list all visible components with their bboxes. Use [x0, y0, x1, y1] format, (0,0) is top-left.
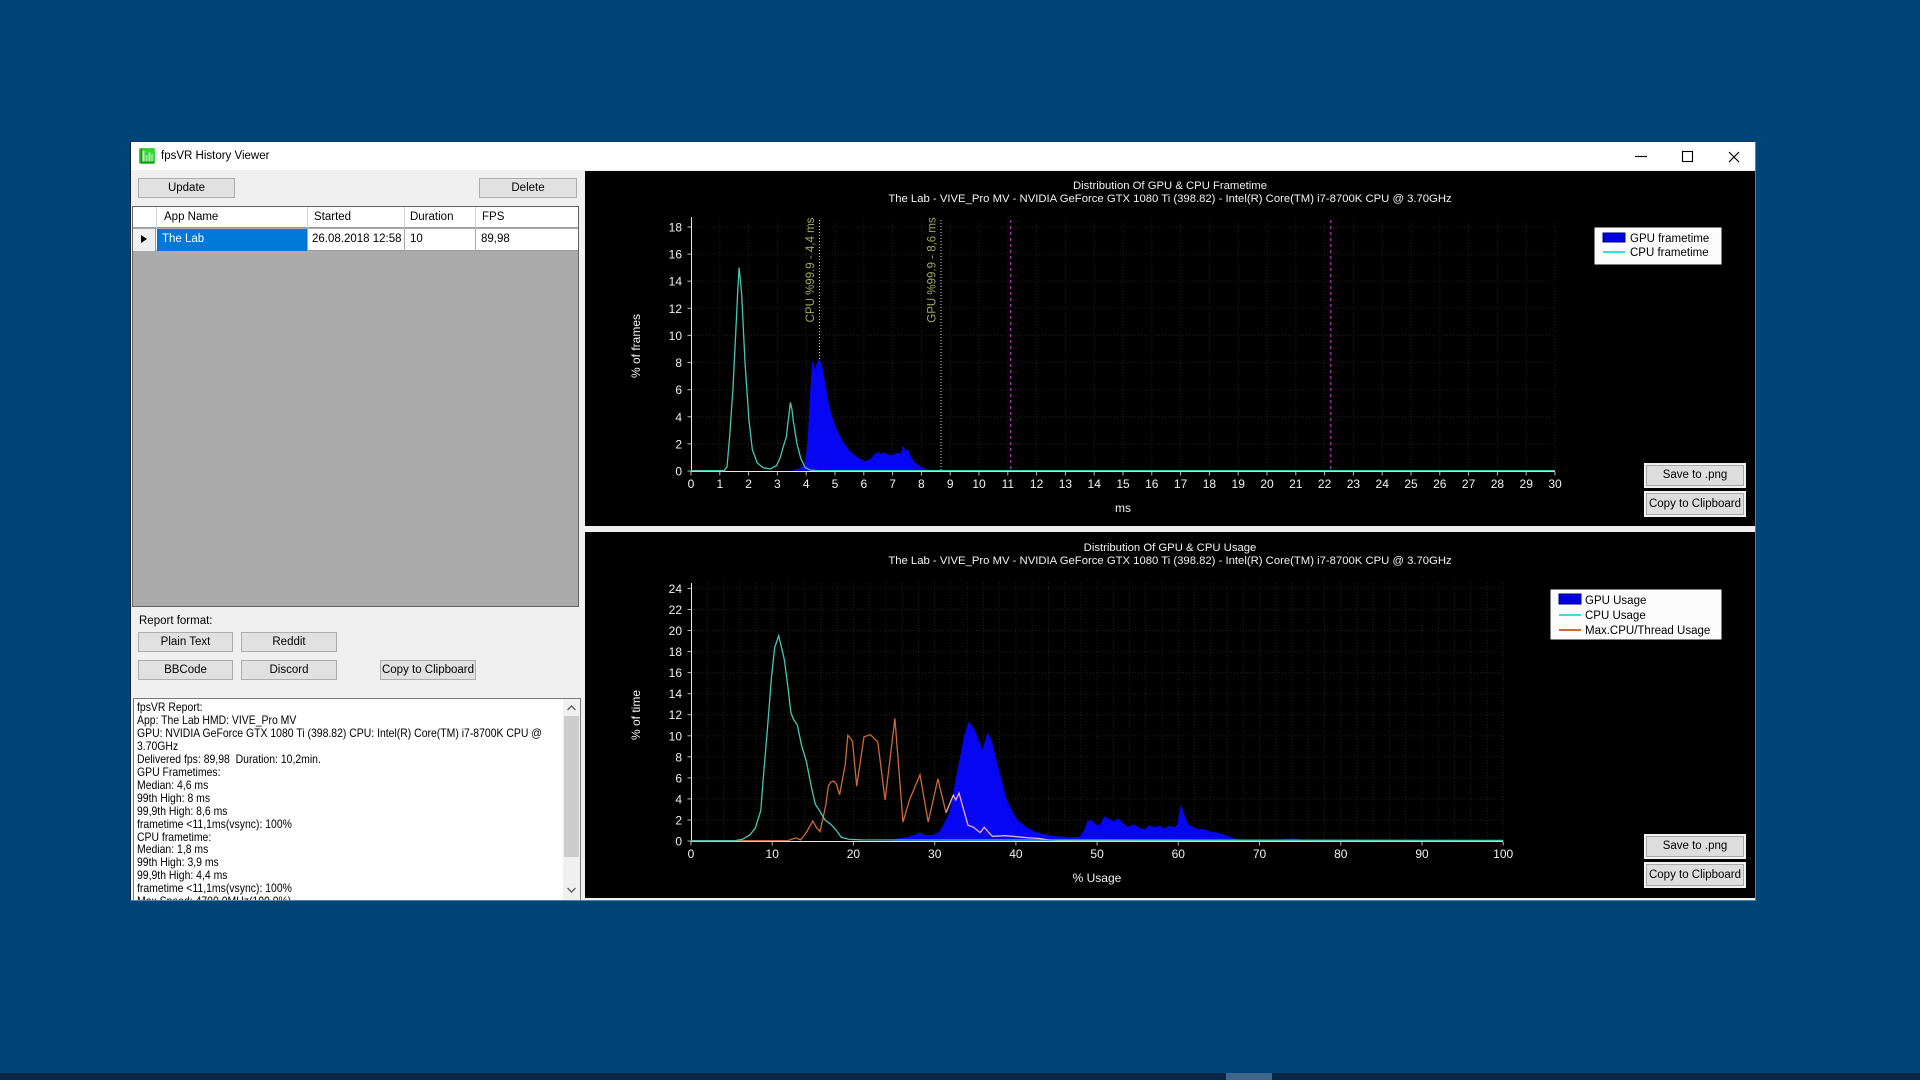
svg-text:4: 4: [675, 792, 682, 806]
svg-text:9: 9: [947, 477, 954, 491]
svg-text:23: 23: [1347, 477, 1361, 491]
svg-text:ms: ms: [1115, 501, 1131, 515]
svg-text:10: 10: [766, 847, 780, 861]
svg-text:30: 30: [928, 847, 942, 861]
svg-text:25: 25: [1404, 477, 1418, 491]
svg-text:2: 2: [675, 814, 682, 828]
svg-text:60: 60: [1172, 847, 1186, 861]
svg-text:0: 0: [675, 835, 682, 849]
svg-text:2: 2: [675, 437, 682, 451]
svg-text:22: 22: [1318, 477, 1332, 491]
svg-text:0: 0: [675, 465, 682, 479]
svg-text:6: 6: [675, 383, 682, 397]
svg-text:CPU %99.9 - 4,4 ms: CPU %99.9 - 4,4 ms: [805, 217, 817, 322]
svg-text:14: 14: [1088, 477, 1102, 491]
svg-text:16: 16: [669, 248, 683, 262]
svg-text:24: 24: [1376, 477, 1390, 491]
svg-text:3: 3: [774, 477, 781, 491]
svg-text:29: 29: [1520, 477, 1534, 491]
svg-text:12: 12: [1030, 477, 1044, 491]
svg-text:4: 4: [675, 410, 682, 424]
svg-text:19: 19: [1232, 477, 1246, 491]
svg-text:2: 2: [745, 477, 752, 491]
svg-text:CPU Usage: CPU Usage: [1585, 610, 1646, 622]
svg-text:90: 90: [1415, 847, 1429, 861]
svg-text:28: 28: [1491, 477, 1505, 491]
svg-text:13: 13: [1059, 477, 1073, 491]
svg-text:20: 20: [1260, 477, 1274, 491]
svg-text:% of frames: % of frames: [629, 314, 643, 378]
svg-text:% Usage: % Usage: [1073, 871, 1122, 885]
svg-text:8: 8: [918, 477, 925, 491]
svg-text:10: 10: [669, 729, 683, 743]
svg-text:17: 17: [1174, 477, 1188, 491]
svg-text:18: 18: [669, 645, 683, 659]
svg-text:80: 80: [1334, 847, 1348, 861]
svg-text:15: 15: [1116, 477, 1130, 491]
svg-text:30: 30: [1548, 477, 1562, 491]
svg-text:100: 100: [1493, 847, 1513, 861]
svg-text:20: 20: [669, 624, 683, 638]
svg-text:11: 11: [1002, 477, 1015, 491]
svg-text:8: 8: [675, 356, 682, 370]
svg-text:% of time: % of time: [629, 690, 643, 740]
svg-text:70: 70: [1253, 847, 1267, 861]
svg-text:26: 26: [1433, 477, 1447, 491]
svg-text:22: 22: [669, 603, 683, 617]
svg-text:14: 14: [669, 275, 683, 289]
svg-text:5: 5: [832, 477, 839, 491]
svg-text:7: 7: [889, 477, 896, 491]
svg-text:GPU Usage: GPU Usage: [1585, 595, 1646, 607]
svg-text:27: 27: [1462, 477, 1476, 491]
svg-text:1: 1: [716, 477, 723, 491]
svg-text:6: 6: [675, 771, 682, 785]
svg-text:50: 50: [1090, 847, 1104, 861]
svg-text:12: 12: [669, 302, 683, 316]
svg-text:18: 18: [1203, 477, 1217, 491]
svg-text:GPU frametime: GPU frametime: [1630, 233, 1709, 245]
svg-text:14: 14: [669, 687, 683, 701]
svg-text:6: 6: [860, 477, 867, 491]
svg-text:10: 10: [669, 329, 683, 343]
svg-text:CPU frametime: CPU frametime: [1630, 247, 1709, 259]
svg-text:24: 24: [669, 582, 683, 596]
svg-text:8: 8: [675, 750, 682, 764]
svg-text:Max.CPU/Thread Usage: Max.CPU/Thread Usage: [1585, 625, 1710, 637]
svg-text:21: 21: [1289, 477, 1303, 491]
svg-text:0: 0: [688, 477, 695, 491]
svg-text:18: 18: [669, 221, 683, 235]
svg-text:20: 20: [847, 847, 861, 861]
svg-text:GPU %99.9 - 8,6 ms: GPU %99.9 - 8,6 ms: [927, 217, 939, 323]
svg-text:4: 4: [803, 477, 810, 491]
svg-text:10: 10: [972, 477, 986, 491]
svg-text:12: 12: [669, 708, 683, 722]
svg-text:0: 0: [688, 847, 695, 861]
svg-text:40: 40: [1009, 847, 1023, 861]
svg-text:16: 16: [669, 666, 683, 680]
svg-text:16: 16: [1145, 477, 1159, 491]
